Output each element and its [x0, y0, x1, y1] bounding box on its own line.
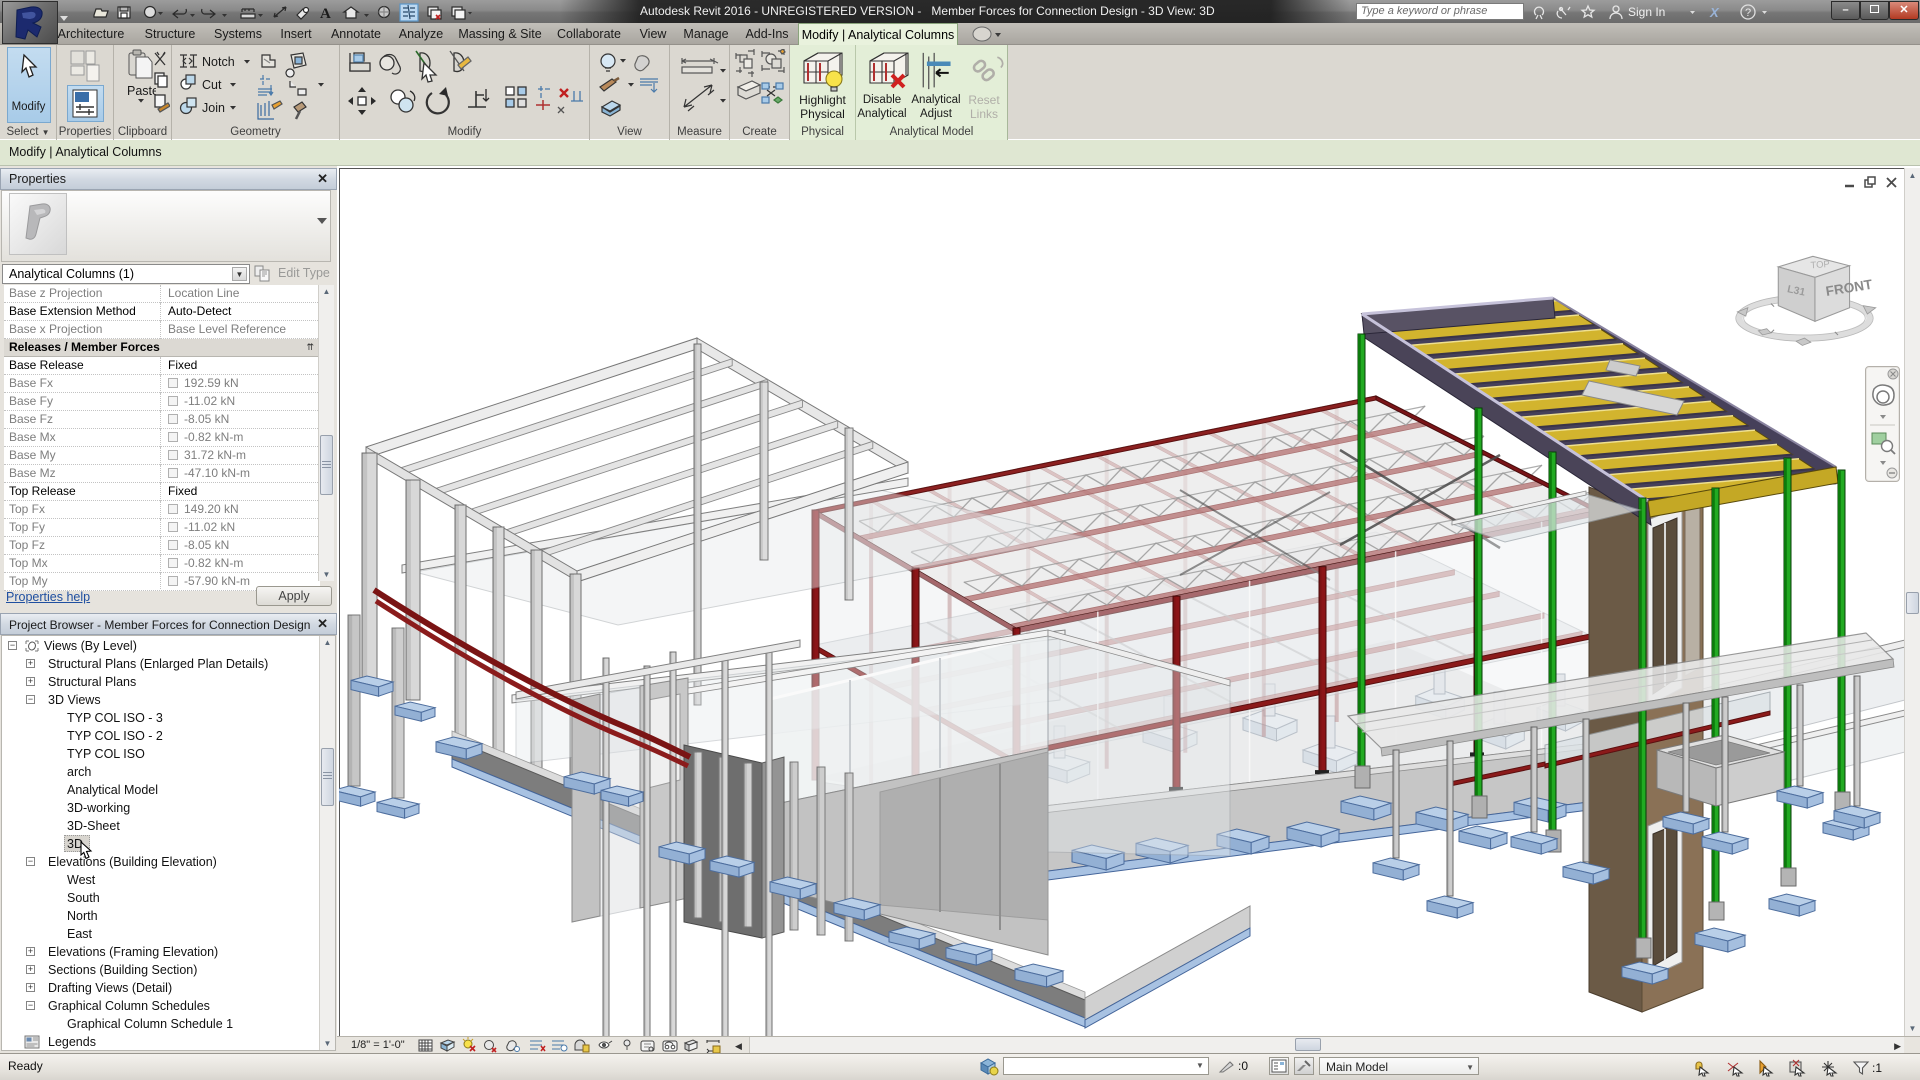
- svg-text:?: ?: [1745, 7, 1751, 19]
- svg-text:X: X: [1709, 5, 1720, 20]
- svg-text:Notch: Notch: [202, 55, 235, 69]
- svg-text:Cut: Cut: [202, 78, 222, 92]
- svg-text:Sign In: Sign In: [1628, 5, 1665, 19]
- svg-text:Join: Join: [202, 101, 225, 115]
- svg-text:TOP: TOP: [1810, 258, 1830, 270]
- svg-text:A: A: [320, 6, 331, 22]
- svg-text::1: :1: [1872, 1061, 1882, 1075]
